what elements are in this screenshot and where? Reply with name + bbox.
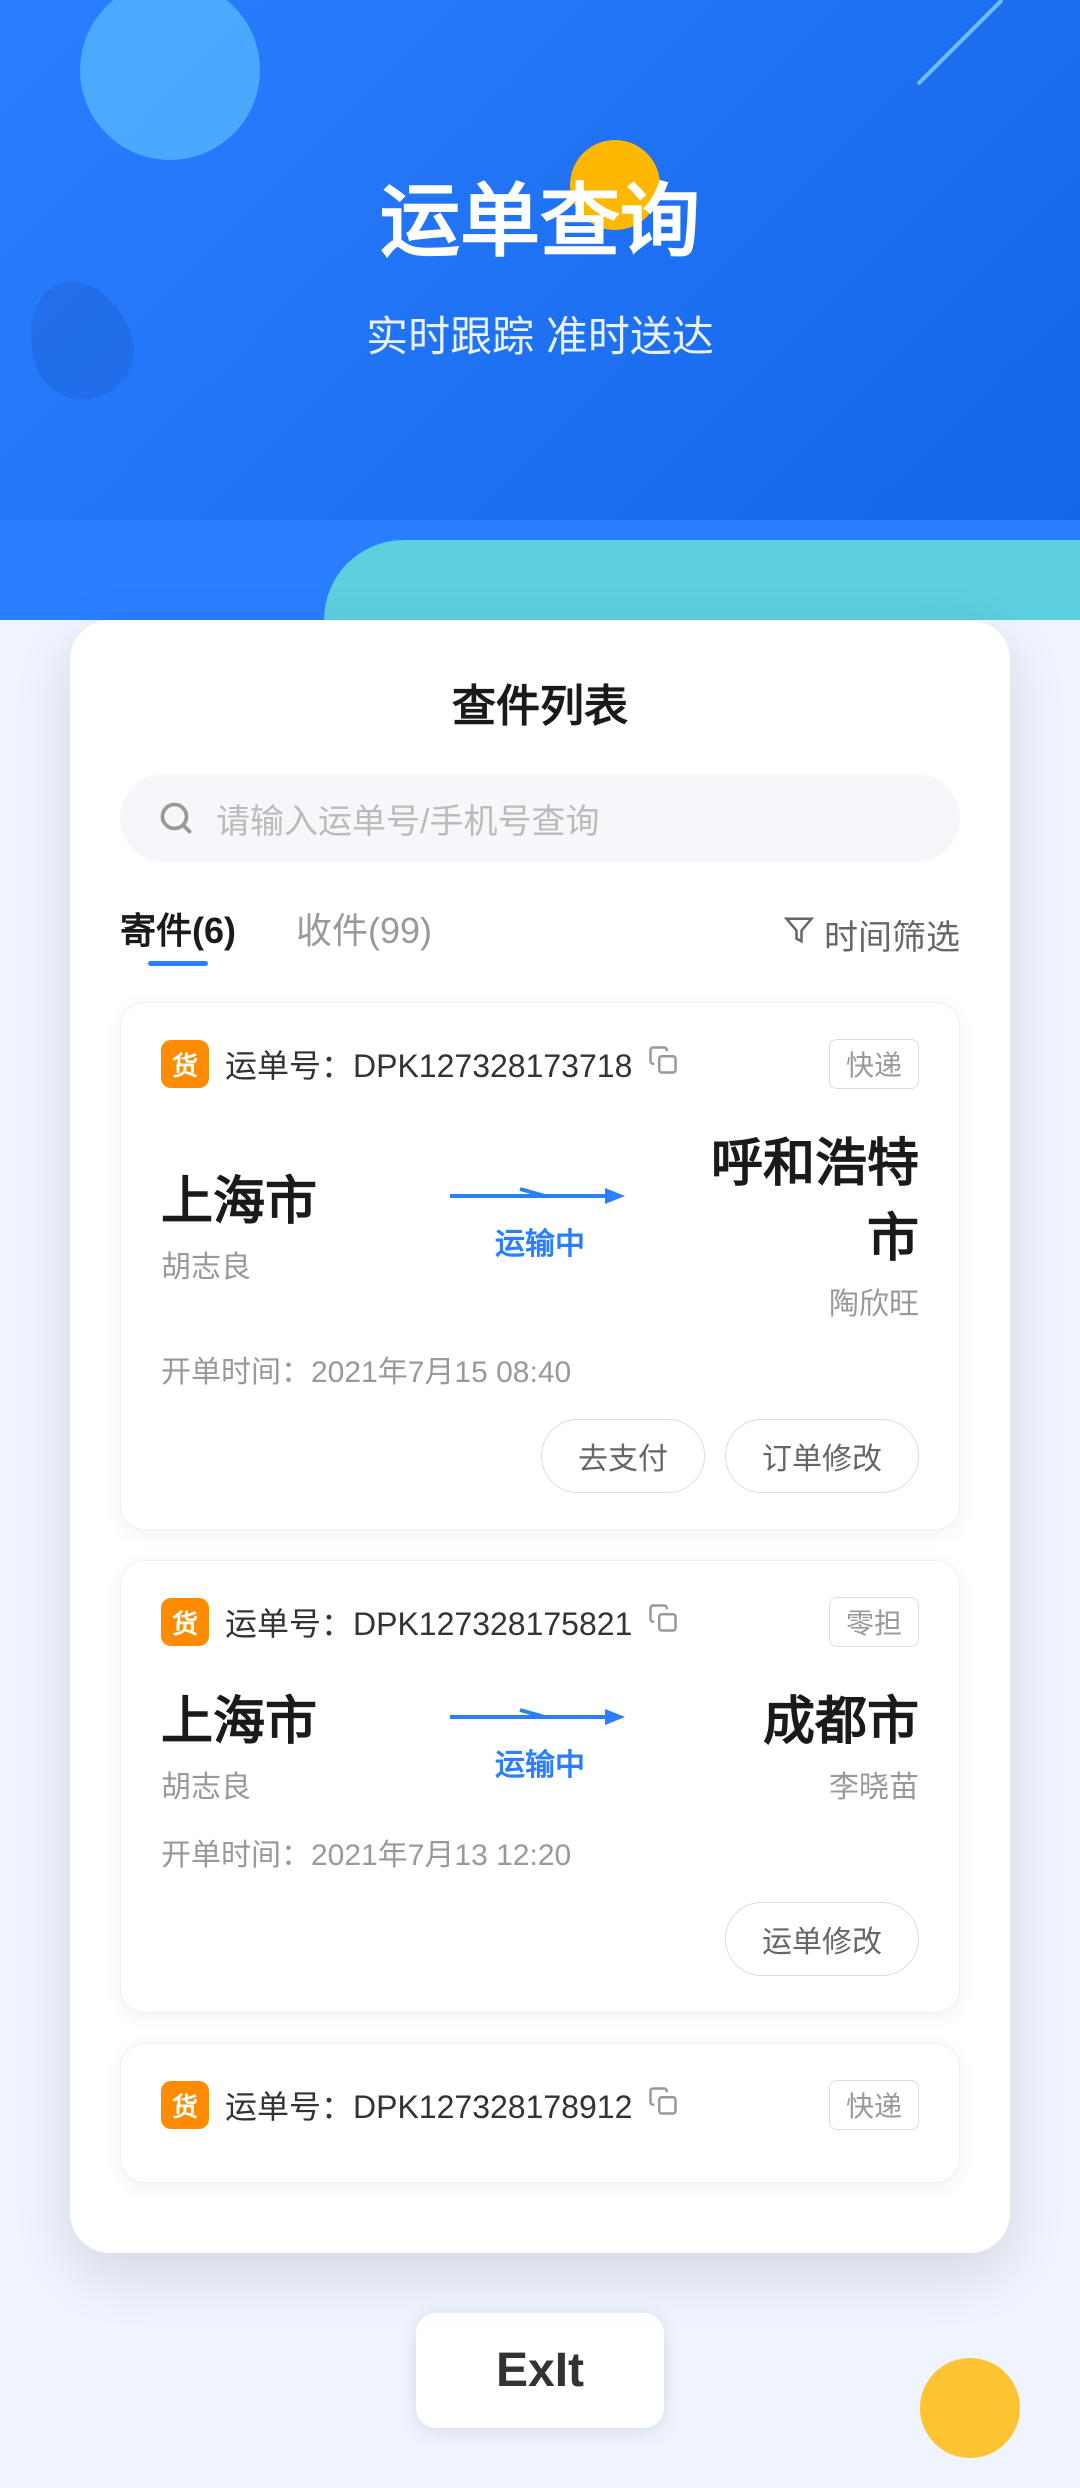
- decoration-line-topright: [916, 0, 1004, 86]
- hero-title: 运单查询: [380, 157, 700, 273]
- copy-icon-3[interactable]: [648, 2086, 678, 2124]
- shipment-card-3: 货 运单号：DPK127328178912 快递: [120, 2043, 960, 2183]
- card-actions-2: 运单修改: [161, 1902, 919, 1976]
- card-header-1: 货 运单号：DPK127328173718 快递: [161, 1039, 919, 1089]
- to-city-2: 成都市 李晓苗: [666, 1679, 919, 1806]
- copy-icon-2[interactable]: [648, 1603, 678, 1641]
- type-badge-1: 快递: [829, 1039, 919, 1089]
- card-header-3: 货 运单号：DPK127328178912 快递: [161, 2080, 919, 2130]
- route-row-2: 上海市 胡志良 运输中 成都市 李晓苗: [161, 1679, 919, 1806]
- route-row-1: 上海市 胡志良 运输中 呼和浩特市 陶欣旺: [161, 1121, 919, 1323]
- search-placeholder: 请输入运单号/手机号查询: [216, 794, 599, 843]
- decoration-circle-topleft: [80, 0, 260, 160]
- card-header-2: 货 运单号：DPK127328175821 零担: [161, 1597, 919, 1647]
- exit-button[interactable]: ExIt: [416, 2313, 664, 2428]
- arrow-center-2: 运输中: [414, 1702, 667, 1784]
- arrow-center-1: 运输中: [414, 1181, 667, 1263]
- copy-icon-1[interactable]: [648, 1045, 678, 1083]
- hero-subtitle: 实时跟踪 准时送达: [366, 303, 714, 364]
- type-badge-2: 零担: [829, 1597, 919, 1647]
- order-number-3: 运单号：DPK127328178912: [225, 2082, 632, 2128]
- filter-icon: [784, 915, 814, 953]
- from-city-2: 上海市 胡志良: [161, 1679, 414, 1806]
- modify-button-1[interactable]: 订单修改: [725, 1419, 919, 1493]
- open-time-1: 开单时间：2021年7月15 08:40: [161, 1347, 919, 1391]
- tab-sent[interactable]: 寄件(6): [120, 902, 236, 966]
- from-city-1: 上海市 胡志良: [161, 1159, 414, 1286]
- hero-section: 运单查询 实时跟踪 准时送达: [0, 0, 1080, 520]
- decoration-dot-bottom-right: [920, 2358, 1020, 2458]
- pay-button-1[interactable]: 去支付: [541, 1419, 705, 1493]
- decoration-shape-left: [12, 267, 147, 414]
- order-number-1: 运单号：DPK127328173718: [225, 1041, 632, 1087]
- tab-received[interactable]: 收件(99): [296, 902, 432, 966]
- exit-button-container: ExIt: [70, 2253, 1010, 2428]
- search-bar[interactable]: 请输入运单号/手机号查询: [120, 774, 960, 862]
- shipment-card-1: 货 运单号：DPK127328173718 快递 上海市 胡志良: [120, 1002, 960, 1530]
- main-card: 查件列表 请输入运单号/手机号查询 寄件(6) 收件(99) 时间: [70, 620, 1010, 2253]
- card-actions-1: 去支付 订单修改: [161, 1419, 919, 1493]
- card-title: 查件列表: [120, 670, 960, 734]
- tabs-row: 寄件(6) 收件(99) 时间筛选: [120, 902, 960, 966]
- to-city-1: 呼和浩特市 陶欣旺: [666, 1121, 919, 1323]
- order-icon-1: 货: [161, 1040, 209, 1088]
- type-badge-3: 快递: [829, 2080, 919, 2130]
- order-icon-3: 货: [161, 2081, 209, 2129]
- time-filter[interactable]: 时间筛选: [784, 910, 960, 959]
- modify-button-2[interactable]: 运单修改: [725, 1902, 919, 1976]
- order-icon-2: 货: [161, 1598, 209, 1646]
- search-icon: [156, 798, 196, 838]
- order-number-2: 运单号：DPK127328175821: [225, 1599, 632, 1645]
- shipment-card-2: 货 运单号：DPK127328175821 零担 上海市 胡志良: [120, 1560, 960, 2013]
- open-time-2: 开单时间：2021年7月13 12:20: [161, 1830, 919, 1874]
- filter-label: 时间筛选: [824, 910, 960, 959]
